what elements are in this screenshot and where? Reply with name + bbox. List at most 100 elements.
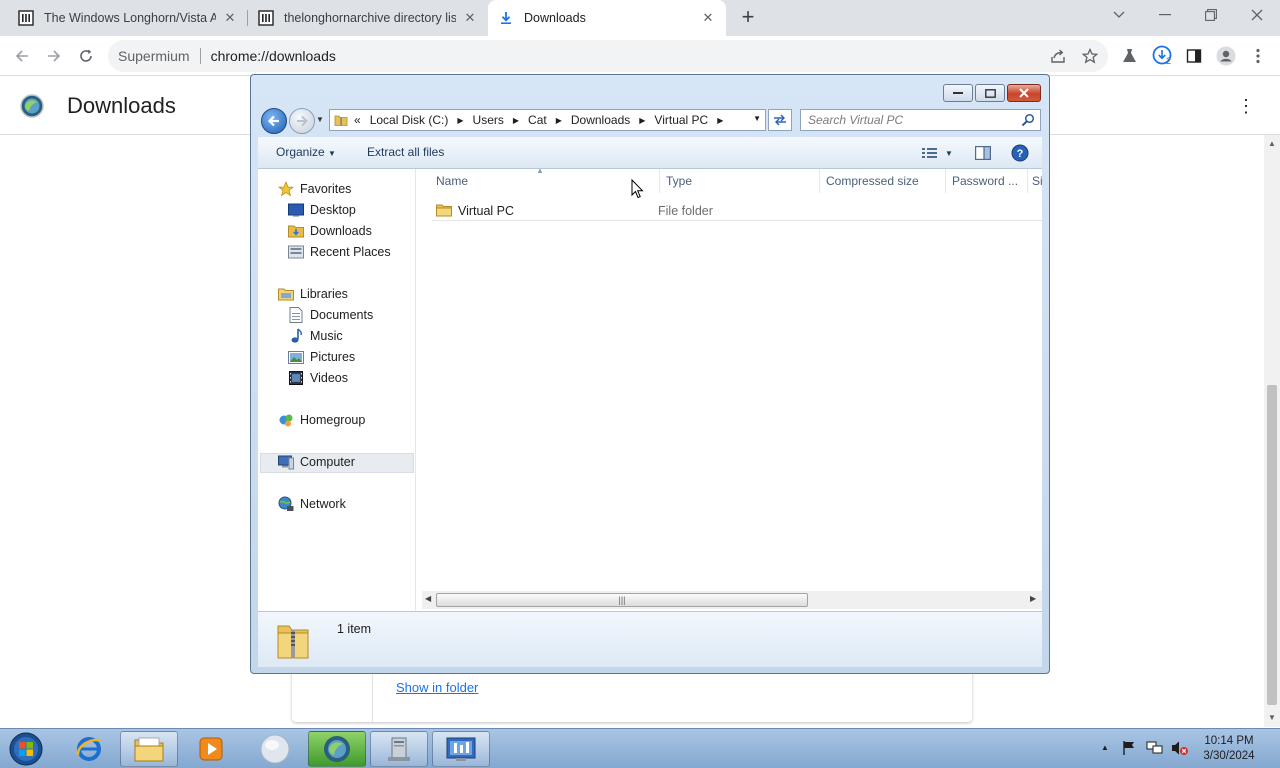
scroll-right-icon[interactable]: ▶ — [1030, 594, 1036, 603]
view-options-dropdown-icon[interactable]: ▼ — [942, 144, 956, 162]
explorer-search-input[interactable]: Search Virtual PC — [800, 109, 1041, 131]
taskbar-blank-app-icon[interactable] — [246, 731, 304, 767]
explorer-address-bar[interactable]: « Local Disk (C:) ▶ Users ▶ Cat ▶ Downlo… — [329, 109, 766, 131]
horizontal-scrollbar[interactable]: ◀ ||| ▶ — [422, 591, 1042, 609]
column-header-name[interactable]: Name ▲ — [430, 169, 660, 193]
nav-homegroup[interactable]: Homegroup — [278, 410, 365, 430]
action-center-flag-icon[interactable] — [1122, 740, 1136, 759]
explorer-back-icon[interactable] — [261, 108, 287, 134]
profile-avatar-icon[interactable] — [1212, 42, 1240, 70]
page-menu-icon[interactable]: ⋮ — [1236, 94, 1256, 118]
extract-all-button[interactable]: Extract all files — [367, 145, 444, 159]
close-tab-icon[interactable]: ✕ — [222, 10, 238, 26]
breadcrumb-users[interactable]: Users — [473, 113, 504, 127]
show-in-folder-link[interactable]: Show in folder — [396, 680, 478, 695]
share-icon[interactable] — [1044, 42, 1072, 70]
breadcrumb-downloads[interactable]: Downloads — [571, 113, 630, 127]
change-view-icon[interactable] — [920, 144, 940, 162]
taskbar-control-panel-icon[interactable] — [432, 731, 490, 767]
close-tab-icon[interactable]: ✕ — [462, 10, 478, 26]
taskbar-internet-explorer-icon[interactable] — [60, 731, 118, 767]
breadcrumb-local-disk[interactable]: Local Disk (C:) — [370, 113, 449, 127]
scroll-down-icon[interactable]: ▼ — [1264, 711, 1280, 725]
tab-directory-listing[interactable]: thelonghornarchive directory listing ✕ — [248, 0, 488, 36]
nav-music[interactable]: Music — [288, 326, 343, 346]
recent-pages-dropdown-icon[interactable]: ▼ — [316, 115, 324, 124]
nav-documents[interactable]: Documents — [288, 305, 373, 325]
breadcrumb-arrow-icon[interactable]: ▶ — [556, 116, 562, 125]
extensions-icon[interactable] — [1116, 42, 1144, 70]
taskbar-media-player-icon[interactable] — [182, 731, 240, 767]
column-header-password[interactable]: Password ... — [946, 169, 1028, 193]
close-window-icon[interactable] — [1234, 0, 1280, 30]
nav-label: Favorites — [300, 182, 352, 196]
search-icon[interactable] — [1021, 113, 1035, 127]
show-hidden-icons-icon[interactable]: ▲ — [1101, 743, 1109, 752]
new-tab-button[interactable]: + — [736, 6, 760, 30]
taskbar-clock[interactable]: 10:14 PM 3/30/2024 — [1196, 734, 1262, 764]
taskbar-virtual-pc-icon[interactable] — [370, 731, 428, 767]
forward-arrow-icon[interactable] — [40, 42, 68, 70]
explorer-minimize-icon[interactable] — [943, 84, 973, 102]
address-history-dropdown-icon[interactable]: ▼ — [753, 114, 761, 123]
preview-pane-icon[interactable] — [973, 144, 993, 162]
bookmark-star-icon[interactable] — [1076, 42, 1104, 70]
explorer-command-bar: Organize ▼ Extract all files ▼ ? — [258, 137, 1042, 169]
explorer-maximize-icon[interactable] — [975, 84, 1005, 102]
help-icon[interactable]: ? — [1010, 144, 1030, 162]
nav-downloads[interactable]: Downloads — [288, 221, 372, 241]
nav-computer[interactable]: Computer — [278, 452, 355, 472]
column-header-compressed-size[interactable]: Compressed size — [820, 169, 946, 193]
volume-muted-icon[interactable] — [1171, 740, 1189, 759]
explorer-close-icon[interactable] — [1007, 84, 1041, 102]
organize-button[interactable]: Organize ▼ — [276, 145, 336, 159]
reload-icon[interactable] — [72, 42, 100, 70]
minimize-icon[interactable] — [1142, 0, 1188, 30]
back-arrow-icon[interactable] — [8, 42, 36, 70]
page-scrollbar[interactable]: ▲ ▼ — [1264, 135, 1280, 727]
breadcrumb-overflow[interactable]: « — [354, 113, 361, 127]
nav-network[interactable]: Network — [278, 494, 346, 514]
file-row[interactable]: Virtual PC File folder — [432, 201, 1042, 221]
scroll-left-icon[interactable]: ◀ — [425, 594, 431, 603]
column-header-size[interactable]: Si — [1028, 169, 1042, 193]
nav-libraries[interactable]: Libraries — [278, 284, 348, 304]
explorer-refresh-icon[interactable] — [768, 109, 792, 131]
nav-recent-places[interactable]: Recent Places — [288, 242, 391, 262]
nav-label: Videos — [310, 371, 348, 385]
breadcrumb-arrow-icon[interactable]: ▶ — [717, 116, 723, 125]
address-bar[interactable]: Supermium chrome://downloads — [108, 40, 1108, 72]
column-header-type[interactable]: Type — [660, 169, 820, 193]
horizontal-scroll-thumb[interactable]: ||| — [436, 593, 808, 607]
close-tab-icon[interactable]: ✕ — [700, 10, 716, 26]
clock-time: 10:14 PM — [1204, 735, 1254, 747]
breadcrumb-arrow-icon[interactable]: ▶ — [639, 116, 645, 125]
start-orb-icon[interactable] — [6, 731, 46, 767]
taskbar-explorer-icon[interactable] — [120, 731, 178, 767]
taskbar-supermium-icon[interactable] — [308, 731, 366, 767]
breadcrumb-arrow-icon[interactable]: ▶ — [513, 116, 519, 125]
scrollbar-thumb[interactable] — [1267, 385, 1277, 705]
tab-search-icon[interactable] — [1096, 0, 1142, 30]
scroll-up-icon[interactable]: ▲ — [1264, 137, 1280, 151]
network-tray-icon[interactable] — [1146, 740, 1164, 759]
explorer-content: Favorites Desktop Downloads Recent Place… — [258, 169, 1042, 611]
browser-menu-icon[interactable] — [1244, 42, 1272, 70]
tab-longhorn-archive[interactable]: The Windows Longhorn/Vista Archive ✕ — [8, 0, 248, 36]
nav-pictures[interactable]: Pictures — [288, 347, 355, 367]
tab-downloads[interactable]: Downloads ✕ — [488, 0, 726, 36]
breadcrumb-virtual-pc[interactable]: Virtual PC — [654, 113, 708, 127]
restore-icon[interactable] — [1188, 0, 1234, 30]
nav-favorites[interactable]: Favorites — [278, 179, 351, 199]
download-count-badge: 2 — [1166, 56, 1172, 66]
breadcrumb-cat[interactable]: Cat — [528, 113, 547, 127]
download-status-icon[interactable]: 2 — [1148, 42, 1176, 70]
videos-icon — [288, 370, 304, 386]
nav-videos[interactable]: Videos — [288, 368, 348, 388]
breadcrumb-arrow-icon[interactable]: ▶ — [457, 116, 463, 125]
nav-desktop[interactable]: Desktop — [288, 200, 356, 220]
explorer-forward-icon[interactable] — [289, 108, 315, 134]
column-label: Type — [666, 174, 693, 188]
navigation-pane: Favorites Desktop Downloads Recent Place… — [258, 169, 416, 611]
side-panel-icon[interactable] — [1180, 42, 1208, 70]
